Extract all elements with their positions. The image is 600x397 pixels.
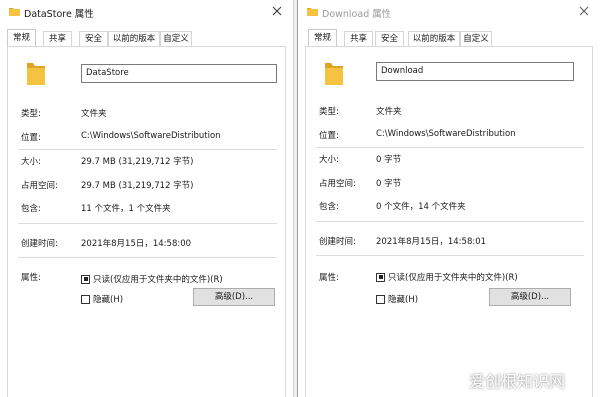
size-value: 0 字节 bbox=[376, 155, 402, 165]
contains-label: 包含: bbox=[21, 204, 41, 214]
tab-security[interactable]: 安全 bbox=[79, 31, 108, 46]
disk-size-label: 占用空间: bbox=[21, 181, 58, 191]
location-label: 位置: bbox=[319, 131, 339, 141]
size-label: 大小: bbox=[319, 155, 339, 165]
tab-general[interactable]: 常规 bbox=[7, 29, 36, 46]
readonly-label: 只读(仅应用于文件夹中的文件)(R) bbox=[93, 275, 223, 285]
location-value: C:\Windows\SoftwareDistribution bbox=[81, 131, 221, 141]
type-label: 类型: bbox=[21, 109, 41, 119]
created-label: 创建时间: bbox=[319, 237, 356, 247]
folder-icon bbox=[9, 8, 20, 16]
hidden-checkbox[interactable]: 隐藏(H) bbox=[376, 293, 418, 305]
properties-window-datastore: DataStore 属性 常规 共享 安全 以前的版本 自定义 DataStor… bbox=[0, 0, 294, 397]
readonly-checkbox[interactable]: 只读(仅应用于文件夹中的文件)(R) bbox=[376, 271, 518, 283]
location-value: C:\Windows\SoftwareDistribution bbox=[376, 129, 516, 139]
tab-security[interactable]: 安全 bbox=[375, 31, 404, 46]
checkbox-indeterminate-icon bbox=[81, 274, 90, 284]
advanced-button[interactable]: 高级(D)... bbox=[193, 288, 275, 306]
divider bbox=[316, 147, 584, 148]
folder-icon bbox=[27, 63, 45, 85]
divider bbox=[18, 257, 277, 258]
window-title: DataStore 属性 bbox=[24, 9, 94, 20]
folder-name-field[interactable]: Download bbox=[376, 62, 574, 81]
contains-value: 0 个文件，14 个文件夹 bbox=[376, 202, 466, 212]
folder-icon bbox=[325, 63, 343, 85]
contains-label: 包含: bbox=[319, 202, 339, 212]
contains-value: 11 个文件，1 个文件夹 bbox=[81, 204, 171, 214]
tab-general[interactable]: 常规 bbox=[308, 29, 337, 46]
title-bar[interactable]: DataStore 属性 bbox=[0, 0, 293, 25]
created-value: 2021年8月15日，14:58:01 bbox=[376, 237, 487, 247]
general-panel: DataStore 类型: 文件夹 位置: C:\Windows\Softwar… bbox=[7, 46, 286, 397]
title-bar[interactable]: Download 属性 bbox=[298, 0, 600, 25]
disk-size-label: 占用空间: bbox=[319, 179, 356, 189]
close-icon[interactable] bbox=[578, 5, 590, 17]
readonly-checkbox[interactable]: 只读(仅应用于文件夹中的文件)(R) bbox=[81, 273, 223, 285]
checkbox-icon bbox=[376, 294, 385, 304]
attributes-label: 属性: bbox=[21, 273, 41, 283]
checkbox-indeterminate-icon bbox=[376, 272, 385, 282]
tab-sharing[interactable]: 共享 bbox=[43, 31, 72, 46]
attributes-label: 属性: bbox=[319, 273, 339, 283]
general-panel: Download 类型: 文件夹 位置: C:\Windows\Software… bbox=[305, 46, 593, 397]
tab-sharing[interactable]: 共享 bbox=[344, 31, 373, 46]
disk-size-value: 29.7 MB (31,219,712 字节) bbox=[81, 181, 194, 191]
hidden-checkbox[interactable]: 隐藏(H) bbox=[81, 293, 123, 305]
tab-previous-versions[interactable]: 以前的版本 bbox=[408, 31, 460, 46]
folder-icon bbox=[307, 8, 318, 16]
hidden-label: 隐藏(H) bbox=[388, 295, 419, 305]
divider bbox=[316, 255, 584, 256]
disk-size-value: 0 字节 bbox=[376, 179, 402, 189]
tab-previous-versions[interactable]: 以前的版本 bbox=[108, 31, 160, 46]
location-label: 位置: bbox=[21, 133, 41, 143]
type-value: 文件夹 bbox=[81, 109, 107, 119]
tab-customize[interactable]: 自定义 bbox=[460, 31, 492, 46]
created-value: 2021年8月15日，14:58:00 bbox=[81, 239, 192, 249]
tab-customize[interactable]: 自定义 bbox=[160, 31, 192, 46]
close-icon[interactable] bbox=[271, 5, 283, 17]
size-value: 29.7 MB (31,219,712 字节) bbox=[81, 157, 194, 167]
checkbox-icon bbox=[81, 294, 90, 304]
folder-name-field[interactable]: DataStore bbox=[81, 64, 277, 83]
size-label: 大小: bbox=[21, 157, 41, 167]
window-title: Download 属性 bbox=[322, 9, 392, 20]
readonly-label: 只读(仅应用于文件夹中的文件)(R) bbox=[388, 273, 518, 283]
watermark: 爱创根知识网 bbox=[469, 372, 566, 391]
divider bbox=[18, 149, 277, 150]
type-value: 文件夹 bbox=[376, 107, 402, 117]
divider bbox=[18, 223, 277, 224]
created-label: 创建时间: bbox=[21, 239, 58, 249]
type-label: 类型: bbox=[319, 107, 339, 117]
hidden-label: 隐藏(H) bbox=[93, 295, 124, 305]
properties-window-download: Download 属性 常规 共享 安全 以前的版本 自定义 Download … bbox=[297, 0, 600, 397]
advanced-button[interactable]: 高级(D)... bbox=[489, 288, 571, 306]
divider bbox=[316, 221, 584, 222]
